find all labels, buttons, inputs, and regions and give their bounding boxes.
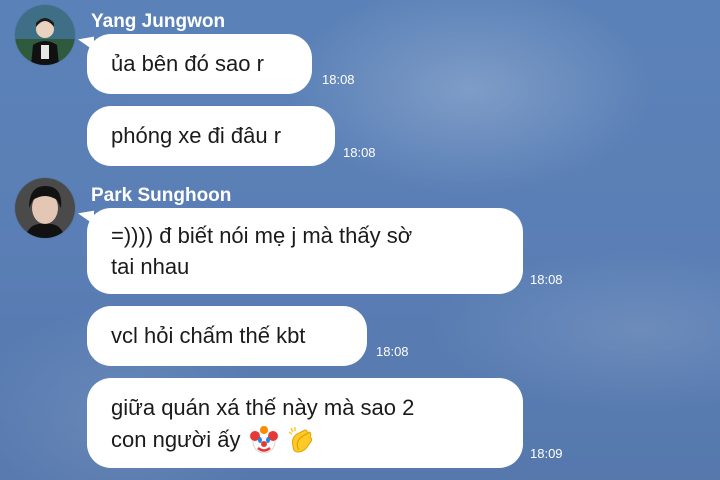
message-bubble[interactable]: giữa quán xá thế này mà sao 2 con người … <box>87 378 523 468</box>
message-timestamp: 18:08 <box>530 272 563 287</box>
message-timestamp: 18:08 <box>322 72 355 87</box>
message-timestamp: 18:08 <box>376 344 409 359</box>
message-text-line: tai nhau <box>111 254 190 279</box>
message-timestamp: 18:09 <box>530 446 563 461</box>
avatar-yang-jungwon[interactable] <box>15 5 75 65</box>
sender-name: Park Sunghoon <box>91 185 232 206</box>
message-text: con người ấy <box>111 427 241 452</box>
message-bubble[interactable]: =)))) đ biết nói mẹ j mà thấy sờ tai nha… <box>87 208 523 294</box>
message-text: vcl hỏi chấm thế kbt <box>111 323 306 348</box>
avatar-park-sunghoon[interactable] <box>15 178 75 238</box>
message-timestamp: 18:08 <box>343 145 376 160</box>
message-text-line-with-emoji: con người ấy <box>111 424 317 456</box>
message-bubble[interactable]: phóng xe đi đâu r <box>87 106 335 166</box>
message-text: ủa bên đó sao r <box>111 51 264 76</box>
sender-name: Yang Jungwon <box>91 11 226 32</box>
message-bubble[interactable]: vcl hỏi chấm thế kbt <box>87 306 367 366</box>
message-bubble[interactable]: ủa bên đó sao r <box>87 34 312 94</box>
message-text-line: =)))) đ biết nói mẹ j mà thấy sờ <box>111 223 413 248</box>
message-text: phóng xe đi đâu r <box>111 123 282 148</box>
message-text-line: giữa quán xá thế này mà sao 2 <box>111 395 415 420</box>
clapping-hands-icon <box>287 426 317 456</box>
clown-face-icon <box>249 426 279 456</box>
